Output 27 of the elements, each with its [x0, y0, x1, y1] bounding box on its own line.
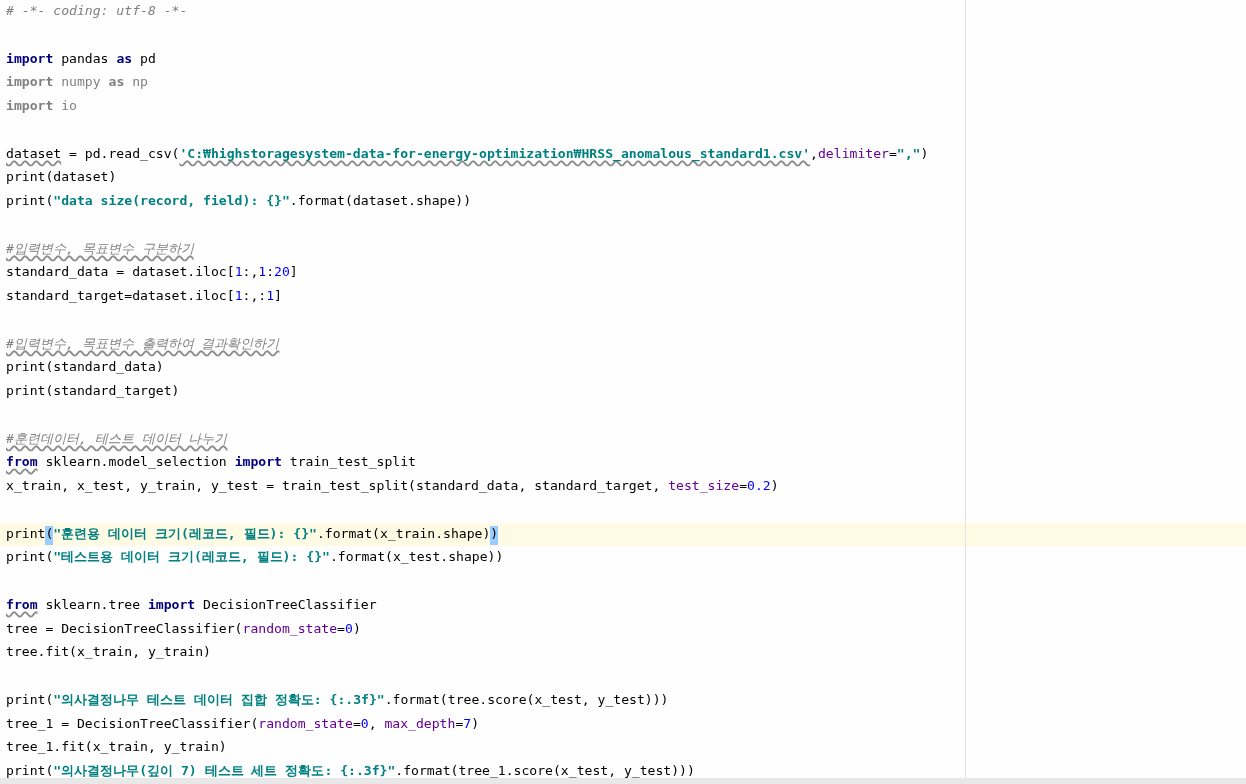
code-line: from sklearn.model_selection import train_test_split	[6, 455, 416, 471]
code-line: print(dataset)	[6, 170, 117, 186]
code-line: #훈련데이터, 테스트 데이터 나누기	[6, 431, 228, 447]
code-line: print("훈련용 데이터 크기(레코드, 필드): {}".format(x_train.shape))	[6, 526, 499, 542]
code-line: #입력변수, 목표변수 출력하여 결과확인하기	[6, 336, 280, 352]
code-line: standard_target=dataset.iloc[1:,:1]	[6, 289, 282, 304]
code-editor[interactable]	[0, 0, 1246, 784]
code-line: import io	[6, 99, 77, 114]
horizontal-scrollbar[interactable]	[0, 778, 1246, 784]
code-line: standard_data = dataset.iloc[1:,1:20]	[6, 265, 298, 281]
code-line: print("테스트용 데이터 크기(레코드, 필드): {}".format(x_test.shape))	[6, 550, 504, 566]
code-line: print(standard_target)	[6, 384, 180, 399]
code-line: from sklearn.tree import DecisionTreeClassifier	[6, 597, 377, 613]
code-line: # -*- coding: utf-8 -*-	[6, 4, 188, 19]
code-line: print("의사결정나무 테스트 데이터 집합 정확도: {:.3f}".format(tree.score(x_test, y_test)))	[6, 692, 669, 708]
code-line: #입력변수, 목표변수 구분하기	[6, 241, 194, 257]
code-line: x_train, x_test, y_train, y_test = train_test_split(standard_data, standard_target, test_size=0.2)	[6, 479, 779, 494]
code-line: import pandas as pd	[6, 51, 156, 67]
code-line: dataset = pd.read_csv('C:₩highstoragesystem-data-for-energy-optimization₩HRSS_anomalous_standard1.csv',delimiter=",")	[6, 146, 929, 162]
code-line: tree.fit(x_train, y_train)	[6, 645, 211, 661]
code-line: print("의사결정나무(깊이 7) 테스트 세트 정확도: {:.3f}".format(tree_1.score(x_test, y_test)))	[6, 764, 695, 779]
code-line: import numpy as np	[6, 75, 148, 91]
code-line: tree = DecisionTreeClassifier(random_state=0)	[6, 621, 361, 637]
code-line: print("data size(record, field): {}".format(dataset.shape))	[6, 194, 472, 209]
code-line: tree_1.fit(x_train, y_train)	[6, 740, 227, 756]
code-line: print(standard_data)	[6, 360, 164, 376]
code-line: tree_1 = DecisionTreeClassifier(random_state=0, max_depth=7)	[6, 716, 480, 732]
